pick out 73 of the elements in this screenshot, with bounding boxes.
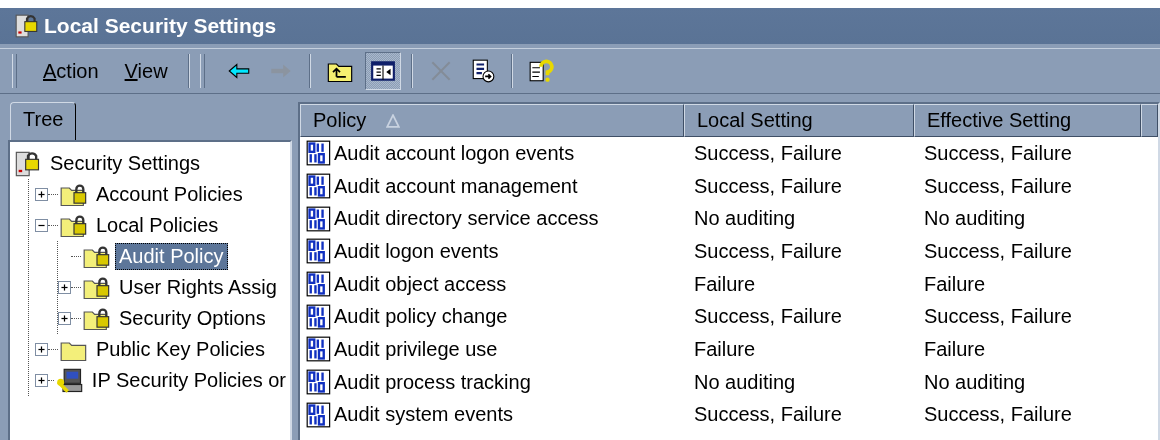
table-cell: Failure xyxy=(694,337,756,361)
column-header[interactable]: Effective Setting xyxy=(914,104,1141,137)
table-cell: Success, Failure xyxy=(924,403,1072,427)
help-icon xyxy=(527,58,554,84)
plus-icon xyxy=(59,313,70,324)
tree-item[interactable]: IP Security Policies or xyxy=(87,367,290,394)
plus-icon xyxy=(36,375,47,386)
table-cell: Audit directory service access xyxy=(334,207,599,231)
table-cell: Success, Failure xyxy=(694,403,842,427)
expand-button[interactable] xyxy=(35,188,48,201)
server-lock-icon xyxy=(14,149,42,178)
policy-icon xyxy=(306,173,332,200)
column-header[interactable]: Local Setting xyxy=(684,104,914,137)
column-label: Policy xyxy=(313,109,367,132)
expand-button[interactable] xyxy=(35,343,48,356)
table-cell: Audit system events xyxy=(334,403,513,427)
tree-item[interactable]: Account Policies xyxy=(92,181,247,208)
table-cell: Success, Failure xyxy=(694,141,842,165)
table-cell: Failure xyxy=(924,337,986,361)
plus-icon xyxy=(36,344,47,355)
tree-item[interactable]: Public Key Policies xyxy=(92,336,269,363)
table-cell: No auditing xyxy=(694,370,796,394)
tree-item[interactable]: User Rights Assig xyxy=(115,274,281,301)
policy-icon xyxy=(306,238,332,265)
plus-icon xyxy=(59,282,70,293)
expand-button[interactable] xyxy=(58,312,71,325)
column-label: Local Setting xyxy=(697,109,813,132)
window-title: Local Security Settings xyxy=(44,14,277,38)
column-header[interactable]: Policy xyxy=(300,104,684,137)
table-cell: Audit logon events xyxy=(334,239,499,263)
sort-up-icon xyxy=(386,113,401,128)
tree-item[interactable]: Local Policies xyxy=(92,212,223,239)
table-cell: Success, Failure xyxy=(924,141,1072,165)
table-cell: Success, Failure xyxy=(694,305,842,329)
policy-icon xyxy=(306,271,332,298)
menu-item[interactable]: View xyxy=(114,59,178,83)
policy-icon xyxy=(306,140,332,167)
tree-item[interactable]: Audit Policy xyxy=(115,243,228,270)
column-header[interactable] xyxy=(1141,104,1158,137)
table-cell: Audit object access xyxy=(334,272,507,296)
table-cell: Failure xyxy=(924,272,986,296)
table-cell: Audit policy change xyxy=(334,305,508,329)
tree-item[interactable]: Security Options xyxy=(115,305,270,332)
table-cell: Audit account management xyxy=(334,174,578,198)
column-label: Effective Setting xyxy=(927,109,1072,132)
table-cell: Failure xyxy=(694,272,756,296)
toolbar-button[interactable] xyxy=(364,52,401,90)
table-cell: Success, Failure xyxy=(694,174,842,198)
table-cell: Success, Failure xyxy=(924,239,1072,263)
policy-icon xyxy=(306,303,332,330)
tree-item[interactable]: Security Settings xyxy=(46,150,205,177)
policy-icon xyxy=(306,205,332,232)
panel-toggle-icon xyxy=(369,58,396,84)
expand-button[interactable] xyxy=(58,281,71,294)
computer-key-icon xyxy=(55,366,84,395)
tab[interactable]: Tree xyxy=(10,102,77,142)
plus-icon xyxy=(36,189,47,200)
menu-item[interactable]: Action xyxy=(33,59,109,83)
expand-button[interactable] xyxy=(35,374,48,387)
policy-icon xyxy=(306,369,332,396)
table-cell: Audit process tracking xyxy=(334,370,531,394)
server-lock-icon xyxy=(14,13,40,39)
table-cell: No auditing xyxy=(924,370,1026,394)
collapse-button[interactable] xyxy=(35,219,48,232)
policy-icon xyxy=(306,336,332,363)
table-cell: Success, Failure xyxy=(694,239,842,263)
table-cell: Success, Failure xyxy=(924,174,1072,198)
table-cell: Success, Failure xyxy=(924,305,1072,329)
policy-icon xyxy=(306,401,332,428)
table-cell: No auditing xyxy=(924,207,1026,231)
table-cell: Audit account logon events xyxy=(334,141,575,165)
table-cell: Audit privilege use xyxy=(334,337,498,361)
table-cell: No auditing xyxy=(694,207,796,231)
